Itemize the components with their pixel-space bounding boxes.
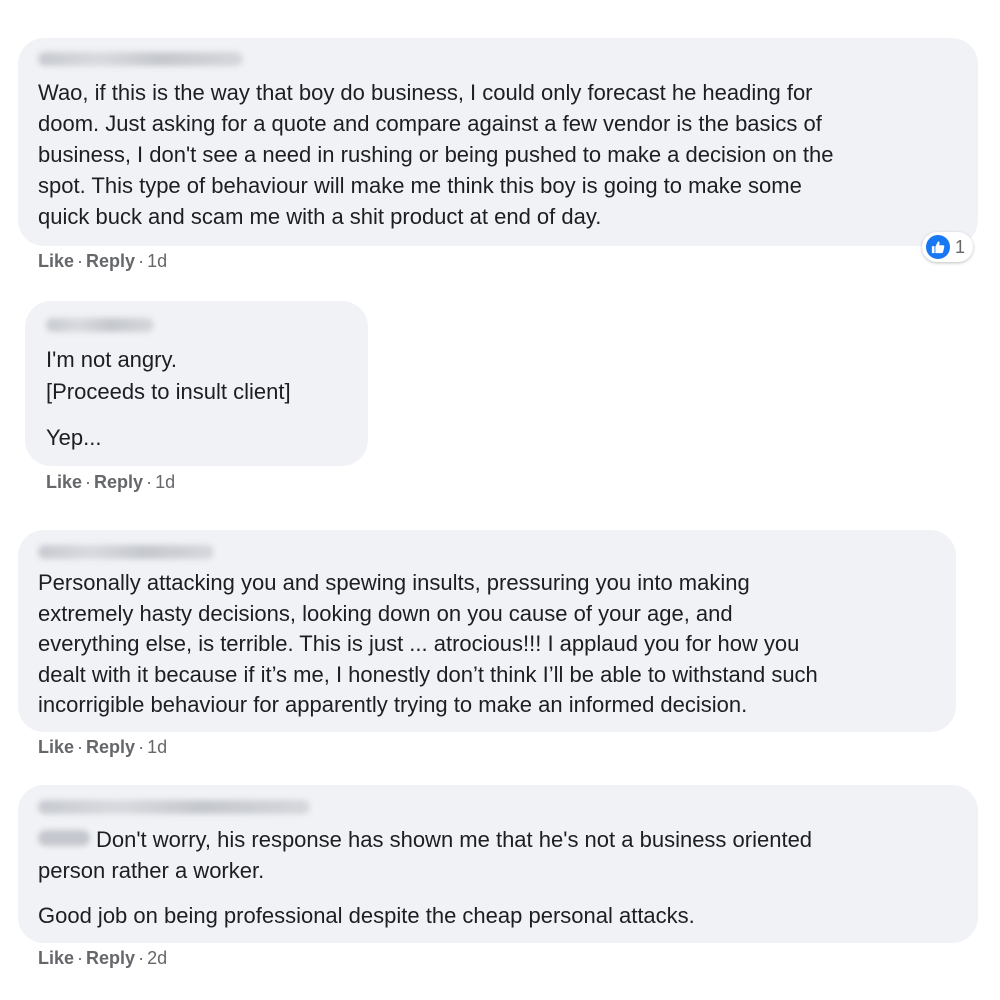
- comment-text-line: Good job on being professional despite t…: [38, 903, 695, 928]
- comment-timestamp[interactable]: 1d: [155, 472, 175, 492]
- comment-text-line: extremely hasty decisions, looking down …: [38, 601, 733, 626]
- comment-text-line: doom. Just asking for a quote and compar…: [38, 111, 822, 136]
- separator-dot: ·: [146, 472, 153, 492]
- like-button[interactable]: Like: [38, 251, 74, 271]
- thumbs-up-icon: [926, 235, 950, 259]
- comment-text-line: Wao, if this is the way that boy do busi…: [38, 80, 813, 105]
- comment-text-line: person rather a worker.: [38, 858, 265, 883]
- comment-timestamp[interactable]: 2d: [147, 948, 167, 968]
- comment-text-line: Yep...: [46, 425, 102, 450]
- reaction-count-badge[interactable]: 1: [922, 232, 974, 262]
- reply-button[interactable]: Reply: [86, 737, 135, 757]
- mentioned-user-tag[interactable]: [38, 830, 90, 846]
- comment-actions: Like · Reply · 1d: [38, 251, 167, 271]
- comment-text-line: Personally attacking you and spewing ins…: [38, 570, 750, 595]
- separator-dot: ·: [77, 737, 84, 757]
- comment-text-line: quick buck and scam me with a shit produ…: [38, 204, 602, 229]
- comment-author-name[interactable]: [38, 52, 243, 66]
- like-button[interactable]: Like: [38, 737, 74, 757]
- separator-dot: ·: [138, 251, 145, 271]
- comment-text-line: [Proceeds to insult client]: [46, 379, 291, 404]
- comment-actions: Like · Reply · 1d: [38, 737, 167, 757]
- comment-text-line: everything else, is terrible. This is ju…: [38, 631, 800, 656]
- separator-dot: ·: [138, 737, 145, 757]
- like-button[interactable]: Like: [46, 472, 82, 492]
- comment-thread: Wao, if this is the way that boy do busi…: [0, 0, 1000, 1000]
- comment-timestamp[interactable]: 1d: [147, 251, 167, 271]
- comment-author-name[interactable]: [38, 800, 310, 814]
- separator-dot: ·: [77, 948, 84, 968]
- separator-dot: ·: [77, 251, 84, 271]
- comment-text-line: business, I don't see a need in rushing …: [38, 142, 834, 167]
- like-button[interactable]: Like: [38, 948, 74, 968]
- comment-text-line: Don't worry, his response has shown me t…: [96, 827, 813, 852]
- reply-button[interactable]: Reply: [86, 251, 135, 271]
- comment-actions: Like · Reply · 2d: [38, 948, 167, 968]
- reaction-count: 1: [955, 236, 966, 257]
- separator-dot: ·: [138, 948, 145, 968]
- comment-actions: Like · Reply · 1d: [46, 472, 175, 492]
- comment-text-line: incorrigible behaviour for apparently tr…: [38, 692, 748, 717]
- comment-text-line: dealt with it because if it’s me, I hone…: [38, 662, 818, 687]
- comment-author-name[interactable]: [38, 545, 214, 559]
- reply-button[interactable]: Reply: [94, 472, 143, 492]
- comment-text-line: spot. This type of behaviour will make m…: [38, 173, 802, 198]
- comment-text-line: I'm not angry.: [46, 347, 177, 372]
- comment-author-name[interactable]: [46, 318, 154, 332]
- separator-dot: ·: [85, 472, 92, 492]
- comment-timestamp[interactable]: 1d: [147, 737, 167, 757]
- reply-button[interactable]: Reply: [86, 948, 135, 968]
